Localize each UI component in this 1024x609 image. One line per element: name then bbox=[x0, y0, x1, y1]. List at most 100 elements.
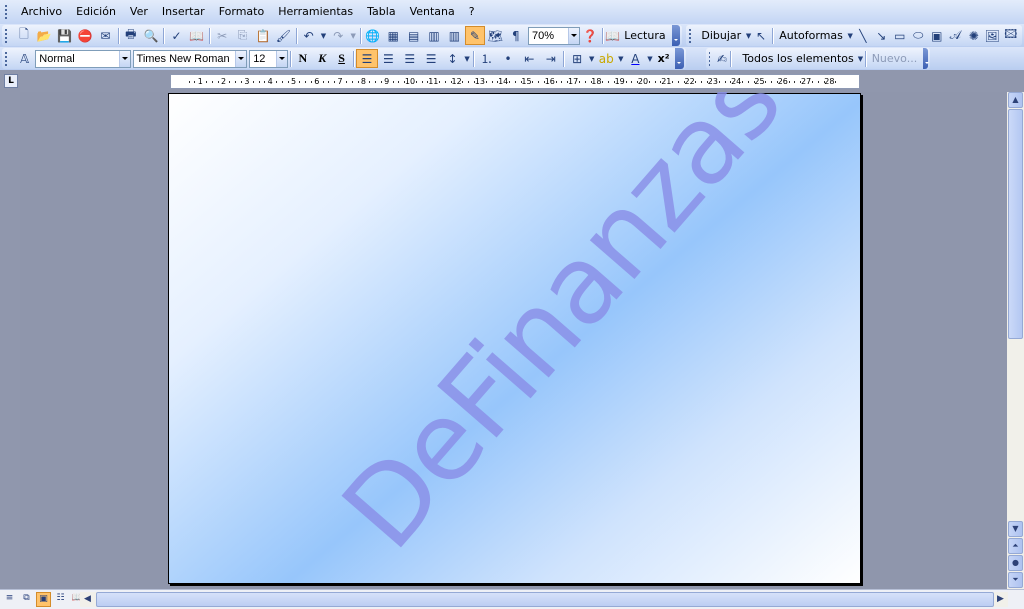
font-size-combo[interactable]: 12 bbox=[249, 49, 289, 68]
next-page-icon[interactable]: ⏷ bbox=[1008, 572, 1023, 588]
zoom-combo[interactable]: 70% bbox=[527, 26, 581, 45]
browse-object-icon[interactable]: ● bbox=[1008, 555, 1023, 571]
menu-formato[interactable]: Formato bbox=[212, 1, 272, 23]
redo-dropdown-icon[interactable]: ▼ bbox=[349, 26, 358, 45]
copy-icon[interactable]: ⎘ bbox=[232, 26, 252, 45]
insert-excel-icon[interactable]: ▥ bbox=[424, 26, 444, 45]
hyperlink-icon[interactable]: 🌐 bbox=[363, 26, 383, 45]
undo-icon[interactable]: ↶ bbox=[298, 26, 318, 45]
toolbar-grip[interactable] bbox=[4, 50, 8, 67]
cut-icon[interactable]: ✂ bbox=[212, 26, 232, 45]
align-center-icon[interactable]: ☰ bbox=[378, 49, 399, 68]
toolbar-options-icon[interactable] bbox=[675, 48, 684, 69]
research-icon[interactable]: 📖 bbox=[187, 26, 207, 45]
draw-menu-button[interactable]: Dibujar bbox=[697, 26, 745, 45]
autoshapes-button[interactable]: Autoformas bbox=[775, 26, 847, 45]
menu-tabla[interactable]: Tabla bbox=[360, 1, 402, 23]
highlight-dropdown-icon[interactable]: ▼ bbox=[617, 49, 625, 68]
save-icon[interactable]: 💾 bbox=[54, 26, 74, 45]
rectangle-icon[interactable]: ▭ bbox=[891, 26, 909, 45]
line-icon[interactable]: ╲ bbox=[854, 26, 872, 45]
chevron-down-icon[interactable] bbox=[235, 50, 247, 67]
align-left-icon[interactable]: ☰ bbox=[356, 49, 378, 68]
styles-formatting-icon[interactable]: ✍ bbox=[716, 49, 728, 68]
undo-dropdown-icon[interactable]: ▼ bbox=[319, 26, 328, 45]
insert-table-icon[interactable]: ▤ bbox=[403, 26, 423, 45]
diagram-icon[interactable]: ✺ bbox=[965, 26, 983, 45]
menu-insertar[interactable]: Insertar bbox=[155, 1, 212, 23]
open-folder-icon[interactable]: 📂 bbox=[34, 26, 54, 45]
underline-button[interactable]: S bbox=[332, 49, 351, 68]
clipart-icon[interactable]: 🖼 bbox=[983, 26, 1001, 45]
borders-icon[interactable]: ⊞ bbox=[566, 49, 587, 68]
line-spacing-dropdown-icon[interactable]: ▼ bbox=[463, 49, 471, 68]
font-color-dropdown-icon[interactable]: ▼ bbox=[646, 49, 654, 68]
vertical-scrollbar[interactable]: ▲ ▼ ⏶ ● ⏷ bbox=[1007, 92, 1024, 589]
vertical-scroll-thumb[interactable] bbox=[1008, 109, 1023, 339]
oval-icon[interactable]: ⬭ bbox=[909, 26, 927, 45]
redo-icon[interactable]: ↷ bbox=[328, 26, 348, 45]
print-layout-icon[interactable]: ▣ bbox=[36, 592, 51, 607]
scroll-left-icon[interactable]: ◀ bbox=[80, 592, 95, 607]
toolbar-options-icon[interactable] bbox=[671, 25, 680, 46]
scroll-up-icon[interactable]: ▲ bbox=[1008, 92, 1023, 108]
show-hide-icon[interactable]: ¶ bbox=[506, 26, 526, 45]
increase-indent-icon[interactable]: ⇥ bbox=[540, 49, 561, 68]
previous-page-icon[interactable]: ⏶ bbox=[1008, 538, 1023, 554]
autoshapes-dropdown-icon[interactable]: ▼ bbox=[847, 26, 854, 45]
select-objects-icon[interactable]: ↖ bbox=[752, 26, 770, 45]
bold-button[interactable]: N bbox=[293, 49, 312, 68]
draw-dropdown-icon[interactable]: ▼ bbox=[745, 26, 752, 45]
toolbar-grip[interactable] bbox=[708, 50, 711, 67]
print-preview-icon[interactable]: 🔍 bbox=[141, 26, 161, 45]
reading-button[interactable]: Lectura bbox=[620, 26, 669, 45]
borders-dropdown-icon[interactable]: ▼ bbox=[588, 49, 596, 68]
normal-view-icon[interactable]: ≡ bbox=[2, 592, 17, 607]
toolbar-grip[interactable] bbox=[4, 27, 8, 44]
document-workarea[interactable]: DeFinanzas bbox=[20, 92, 1007, 589]
all-elements-dropdown-icon[interactable]: ▼ bbox=[858, 49, 863, 68]
menu-archivo[interactable]: Archivo bbox=[14, 1, 69, 23]
menu-ayuda[interactable]: ? bbox=[462, 1, 482, 23]
scroll-right-icon[interactable]: ▶ bbox=[993, 592, 1008, 607]
chevron-down-icon[interactable] bbox=[118, 50, 130, 67]
document-map-icon[interactable]: 🗺 bbox=[485, 26, 505, 45]
new-document-icon[interactable]: 🗋 bbox=[14, 26, 34, 45]
menu-ventana[interactable]: Ventana bbox=[403, 1, 462, 23]
numbering-icon[interactable]: ⒈ bbox=[476, 49, 497, 68]
new-style-button[interactable]: Nuevo... bbox=[868, 49, 922, 68]
web-view-icon[interactable]: ⧉ bbox=[19, 592, 34, 607]
chevron-down-icon[interactable] bbox=[568, 27, 580, 44]
spelling-icon[interactable]: ✓ bbox=[166, 26, 186, 45]
drawing-icon[interactable]: ✎ bbox=[464, 26, 486, 45]
menu-grip[interactable] bbox=[4, 4, 8, 20]
email-icon[interactable]: ✉ bbox=[95, 26, 115, 45]
menu-ver[interactable]: Ver bbox=[123, 1, 155, 23]
columns-icon[interactable]: ▥ bbox=[444, 26, 464, 45]
wordart-icon[interactable]: 𝒜 bbox=[946, 26, 964, 45]
format-painter-icon[interactable]: 🖌 bbox=[273, 26, 293, 45]
font-combo[interactable]: Times New Roman bbox=[132, 49, 248, 68]
line-spacing-icon[interactable]: ↕ bbox=[442, 49, 463, 68]
chevron-down-icon[interactable] bbox=[276, 50, 288, 67]
superscript-button[interactable]: x² bbox=[654, 49, 673, 68]
permission-icon[interactable]: ⛔ bbox=[75, 26, 95, 45]
horizontal-ruler[interactable]: 1 2 3 4 5 6 7 8 9 10 11 12 13 14 15 16 17 18 19 20 21 22 23 24 2… bbox=[170, 74, 860, 89]
italic-button[interactable]: K bbox=[312, 49, 331, 68]
arrow-icon[interactable]: ↘ bbox=[872, 26, 890, 45]
justify-icon[interactable]: ☰ bbox=[420, 49, 441, 68]
outline-view-icon[interactable]: ☷ bbox=[53, 592, 68, 607]
toolbar-options-icon[interactable] bbox=[923, 48, 929, 69]
menu-herramientas[interactable]: Herramientas bbox=[271, 1, 360, 23]
toolbar-grip[interactable] bbox=[688, 27, 692, 44]
paste-icon[interactable]: 📋 bbox=[253, 26, 273, 45]
styles-pane-icon[interactable]: 𝔸 bbox=[14, 49, 35, 68]
all-elements-button[interactable]: Todos los elementos bbox=[732, 49, 857, 68]
horizontal-scroll-thumb[interactable] bbox=[96, 592, 994, 607]
print-icon[interactable]: 🖶 bbox=[121, 26, 141, 45]
font-color-icon[interactable]: A bbox=[625, 49, 646, 68]
style-combo[interactable]: Normal bbox=[35, 49, 131, 68]
textbox-icon[interactable]: ▣ bbox=[928, 26, 946, 45]
menu-edicion[interactable]: Edición bbox=[69, 1, 123, 23]
tab-selector-icon[interactable]: L bbox=[4, 74, 18, 88]
